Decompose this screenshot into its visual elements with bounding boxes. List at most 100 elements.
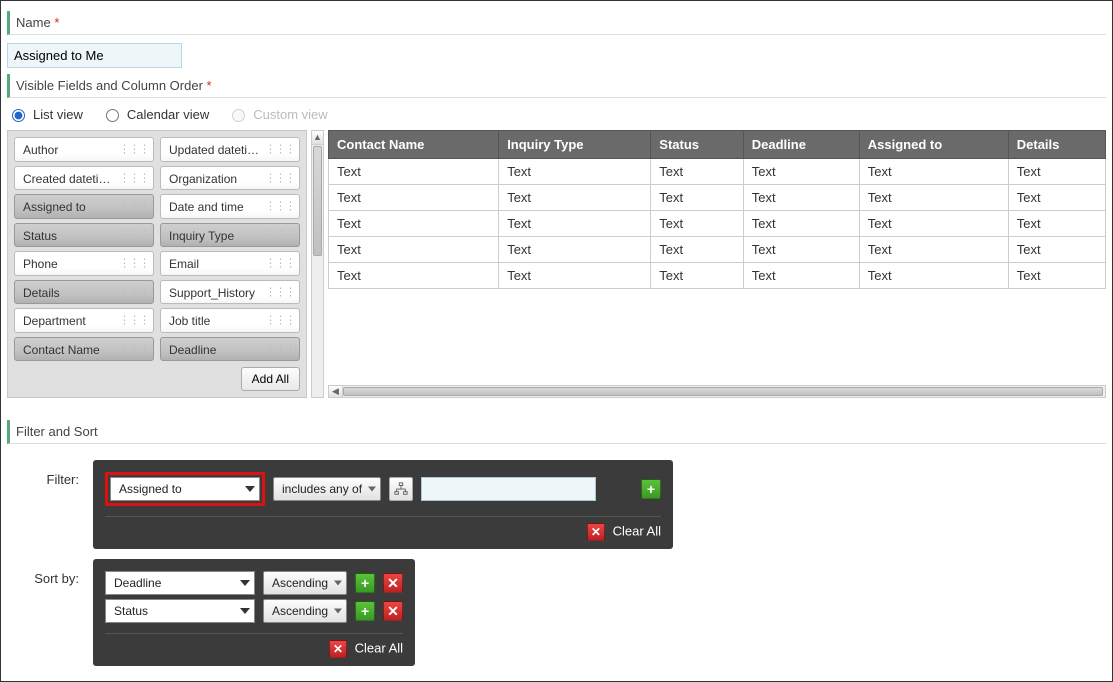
- field-organization[interactable]: Organization⋮⋮⋮: [160, 166, 300, 191]
- field-phone[interactable]: Phone⋮⋮⋮: [14, 251, 154, 276]
- sort-direction-value: Ascending: [272, 604, 328, 618]
- sort-row: Status Ascending + ✕: [105, 597, 403, 625]
- cell: Text: [329, 185, 499, 211]
- drag-grip-icon: ⋮⋮⋮: [265, 143, 295, 156]
- field-status[interactable]: Status⋮⋮⋮: [14, 223, 154, 248]
- sort-field-value: Status: [114, 604, 148, 618]
- filter-field-select[interactable]: Assigned to: [110, 477, 260, 501]
- field-department[interactable]: Department⋮⋮⋮: [14, 308, 154, 333]
- clear-all-filters-link[interactable]: Clear All: [613, 523, 661, 538]
- required-indicator: *: [207, 78, 212, 93]
- section-filter-sort: Filter and Sort: [7, 420, 1106, 444]
- drag-grip-icon: ⋮⋮⋮: [119, 143, 149, 156]
- remove-sort-button[interactable]: ✕: [383, 573, 403, 593]
- field-updated-dateti-[interactable]: Updated dateti…⋮⋮⋮: [160, 137, 300, 162]
- field-inquiry-type[interactable]: Inquiry Type⋮⋮⋮: [160, 223, 300, 248]
- cell: Text: [651, 185, 743, 211]
- cell: Text: [329, 263, 499, 289]
- cell: Text: [499, 159, 651, 185]
- required-indicator: *: [54, 15, 59, 30]
- cell: Text: [743, 211, 859, 237]
- chevron-down-icon: [334, 581, 342, 586]
- field-details[interactable]: Details⋮⋮⋮: [14, 280, 154, 305]
- cell: Text: [859, 159, 1008, 185]
- field-column-left: Author⋮⋮⋮ Created dateti…⋮⋮⋮ Assigned to⋮⋮…: [14, 137, 154, 361]
- filter-row: Assigned to includes any of: [105, 470, 661, 508]
- drag-grip-icon: ⋮⋮⋮: [119, 314, 149, 327]
- filter-operator-select[interactable]: includes any of: [273, 477, 381, 501]
- sort-field-select[interactable]: Status: [105, 599, 255, 623]
- radio-calendar-input[interactable]: [106, 109, 119, 122]
- field-deadline[interactable]: Deadline⋮⋮⋮: [160, 337, 300, 362]
- filter-value-input[interactable]: [421, 477, 596, 501]
- filter-clear-row: ✕ Clear All: [105, 516, 661, 541]
- hscroll-left-button[interactable]: ◀: [329, 386, 343, 397]
- preview-table-wrap: Contact NameInquiry TypeStatusDeadlineAs…: [328, 130, 1106, 398]
- table-hscrollbar[interactable]: ◀: [328, 385, 1106, 398]
- sort-direction-select[interactable]: Ascending: [263, 571, 347, 595]
- sort-clear-row: ✕ Clear All: [105, 633, 403, 658]
- sort-panel: Deadline Ascending + ✕ Status Ascending + ✕ ✕ C…: [93, 559, 415, 666]
- cell: Text: [499, 237, 651, 263]
- cell: Text: [651, 211, 743, 237]
- sort-direction-select[interactable]: Ascending: [263, 599, 347, 623]
- col-inquiry-type: Inquiry Type: [499, 131, 651, 159]
- col-contact-name: Contact Name: [329, 131, 499, 159]
- sort-direction-value: Ascending: [272, 576, 328, 590]
- radio-custom-view: Custom view: [227, 106, 327, 122]
- cell: Text: [743, 263, 859, 289]
- add-sort-button[interactable]: +: [355, 601, 375, 621]
- drag-grip-icon: ⋮⋮⋮: [265, 314, 295, 327]
- palette-scrollbar[interactable]: ▲: [311, 130, 324, 398]
- field-date-and-time[interactable]: Date and time⋮⋮⋮: [160, 194, 300, 219]
- field-job-title[interactable]: Job title⋮⋮⋮: [160, 308, 300, 333]
- radio-calendar-view[interactable]: Calendar view: [101, 106, 209, 122]
- cell: Text: [859, 237, 1008, 263]
- filter-operator-value: includes any of: [282, 482, 362, 496]
- chevron-down-icon: [240, 608, 250, 614]
- radio-list-view[interactable]: List view: [7, 106, 83, 122]
- field-created-dateti-[interactable]: Created dateti…⋮⋮⋮: [14, 166, 154, 191]
- visible-fields-label: Visible Fields and Column Order: [16, 78, 203, 93]
- add-all-button[interactable]: Add All: [241, 367, 300, 391]
- scroll-up-button[interactable]: ▲: [312, 131, 323, 145]
- cell: Text: [1008, 263, 1105, 289]
- cell: Text: [499, 185, 651, 211]
- col-deadline: Deadline: [743, 131, 859, 159]
- org-picker-button[interactable]: [389, 477, 413, 501]
- drag-grip-icon: ⋮⋮⋮: [265, 257, 295, 270]
- chevron-down-icon: [368, 487, 376, 492]
- filter-group: Filter: Assigned to includes any of: [7, 460, 1106, 549]
- cell: Text: [859, 263, 1008, 289]
- clear-all-sorts-link[interactable]: Clear All: [355, 640, 403, 655]
- cell: Text: [1008, 237, 1105, 263]
- clear-all-sorts-icon[interactable]: ✕: [329, 640, 347, 658]
- drag-grip-icon: ⋮⋮⋮: [119, 257, 149, 270]
- chevron-down-icon: [240, 580, 250, 586]
- clear-all-filters-icon[interactable]: ✕: [587, 523, 605, 541]
- name-input[interactable]: [7, 43, 182, 68]
- field-support-history[interactable]: Support_History⋮⋮⋮: [160, 280, 300, 305]
- radio-list-input[interactable]: [12, 109, 25, 122]
- cell: Text: [743, 237, 859, 263]
- field-assigned-to[interactable]: Assigned to⋮⋮⋮: [14, 194, 154, 219]
- hscroll-thumb[interactable]: [343, 387, 1103, 396]
- field-author[interactable]: Author⋮⋮⋮: [14, 137, 154, 162]
- cell: Text: [1008, 211, 1105, 237]
- field-palette: Author⋮⋮⋮ Created dateti…⋮⋮⋮ Assigned to⋮⋮…: [7, 130, 307, 398]
- scroll-thumb[interactable]: [313, 146, 322, 256]
- drag-grip-icon: ⋮⋮⋮: [265, 285, 295, 298]
- cell: Text: [859, 185, 1008, 211]
- field-email[interactable]: Email⋮⋮⋮: [160, 251, 300, 276]
- radio-custom-input: [232, 109, 245, 122]
- section-visible-fields: Visible Fields and Column Order *: [7, 74, 1106, 98]
- view-mode-radios: List view Calendar view Custom view: [7, 106, 1106, 122]
- cell: Text: [499, 263, 651, 289]
- add-filter-button[interactable]: +: [641, 479, 661, 499]
- remove-sort-button[interactable]: ✕: [383, 601, 403, 621]
- filter-sort-area: Filter: Assigned to includes any of: [7, 460, 1106, 666]
- add-all-row: Add All: [14, 361, 300, 391]
- add-sort-button[interactable]: +: [355, 573, 375, 593]
- field-contact-name[interactable]: Contact Name⋮⋮⋮: [14, 337, 154, 362]
- sort-field-select[interactable]: Deadline: [105, 571, 255, 595]
